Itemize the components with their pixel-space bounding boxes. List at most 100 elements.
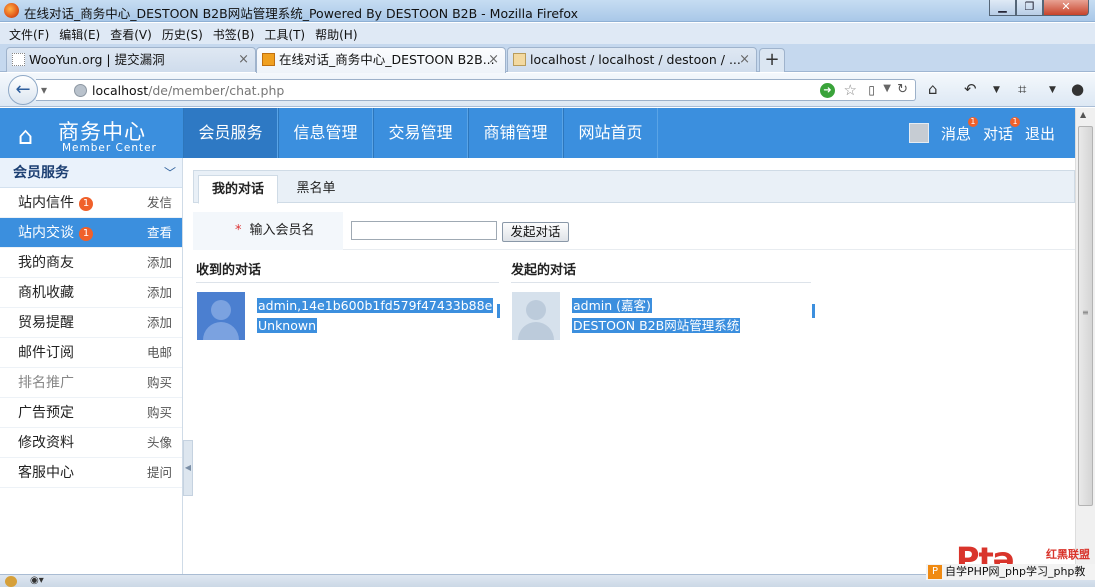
nav-member-services[interactable]: 会员服务: [183, 108, 278, 158]
chat-bubble-icon[interactable]: ●: [1071, 80, 1084, 98]
content-tabs: 我的对话 黑名单: [193, 170, 1075, 204]
logo-subtitle: Member Center: [62, 142, 157, 154]
close-tab-icon[interactable]: ×: [488, 48, 499, 71]
chat-link[interactable]: 对话 1: [983, 116, 1020, 144]
chat-user-name: admin (嘉客): [572, 297, 652, 315]
sidebar-item-mail[interactable]: 站内信件 1 发信: [0, 188, 182, 218]
mobile-icon[interactable]: ▯: [868, 83, 875, 97]
back-button[interactable]: ←: [8, 75, 38, 105]
sidebar-item-action[interactable]: 查看: [147, 218, 172, 248]
avatar-body: [203, 322, 239, 340]
avatar-body: [518, 322, 554, 340]
tab-label: 在线对话_商务中心_DESTOON B2B...: [279, 52, 495, 67]
messages-link[interactable]: 消息 1: [941, 116, 978, 144]
crop-icon[interactable]: ⌗: [1018, 80, 1026, 98]
phpmyadmin-favicon-icon: [513, 53, 526, 66]
sidebar-item-profile[interactable]: 修改资料 头像: [0, 428, 182, 458]
logout-link[interactable]: 退出: [1025, 123, 1055, 144]
avatar[interactable]: [908, 123, 929, 143]
sidebar-item-label: 贸易提醒: [18, 315, 74, 331]
globe-icon: [74, 84, 87, 97]
addon-menu-icon[interactable]: ◉▾: [30, 575, 44, 586]
sidebar-item-action[interactable]: 添加: [147, 278, 172, 308]
sidebar-item-favorites[interactable]: 商机收藏 添加: [0, 278, 182, 308]
tab-phpmyadmin[interactable]: localhost / localhost / destoon / ... ×: [507, 47, 757, 72]
reload-icon[interactable]: ↻: [897, 82, 908, 97]
close-button[interactable]: ✕: [1043, 0, 1089, 16]
tab-label: WooYun.org | 提交漏洞: [29, 52, 165, 67]
nav-shop-management[interactable]: 商铺管理: [468, 108, 563, 158]
sidebar-item-action[interactable]: 购买: [147, 398, 172, 428]
title-bar: 在线对话_商务中心_DESTOON B2B网站管理系统_Powered By D…: [0, 0, 1095, 22]
nav-site-home[interactable]: 网站首页: [563, 108, 658, 158]
address-bar[interactable]: ▾ localhost/de/member/chat.php ➜ ☆ ▯ ▼ ↻: [36, 79, 916, 101]
sidebar-item-support[interactable]: 客服中心 提问: [0, 458, 182, 488]
scroll-up-icon[interactable]: ▲: [1080, 110, 1086, 119]
unread-badge: 1: [79, 197, 93, 211]
nav-trade-management[interactable]: 交易管理: [373, 108, 468, 158]
sidebar-item-label: 站内信件: [18, 195, 74, 211]
tab-blacklist[interactable]: 黑名单: [284, 175, 348, 204]
received-chat-item[interactable]: admin,14e1b600b1fd579f47433b88e Unknown: [197, 291, 501, 341]
menu-help[interactable]: 帮助(H): [310, 23, 362, 44]
sidebar-collapse-handle[interactable]: ◀: [183, 440, 193, 496]
start-chat-button[interactable]: 发起对话: [502, 222, 569, 242]
menu-edit[interactable]: 编辑(E): [54, 23, 105, 44]
sidebar-item-label: 排名推广: [18, 375, 74, 391]
sidebar-item-chat[interactable]: 站内交谈 1 查看: [0, 218, 182, 248]
undo-icon[interactable]: ↶: [964, 80, 977, 98]
tab-label: localhost / localhost / destoon / ...: [530, 52, 741, 67]
destoon-favicon-icon: [262, 53, 275, 66]
bookmark-star-icon[interactable]: ☆: [844, 81, 857, 99]
sidebar-header[interactable]: 会员服务 ﹀: [0, 158, 182, 188]
member-center-logo[interactable]: ⌂ 商务中心 Member Center: [18, 118, 178, 158]
sidebar-item-action[interactable]: 发信: [147, 188, 172, 218]
sidebar-item-ranking[interactable]: 排名推广 购买: [0, 368, 182, 398]
home-icon[interactable]: ⌂: [928, 80, 938, 98]
history-dropdown-icon[interactable]: ▼: [883, 83, 891, 94]
dropdown-icon[interactable]: ▼: [1049, 85, 1056, 95]
sidebar-item-trade-alert[interactable]: 贸易提醒 添加: [0, 308, 182, 338]
sidebar-item-action[interactable]: 购买: [147, 368, 172, 398]
chat-user-name: admin,14e1b600b1fd579f47433b88e: [257, 297, 494, 315]
avatar-head: [211, 300, 231, 320]
menu-history[interactable]: 历史(S): [157, 23, 208, 44]
go-icon[interactable]: ➜: [820, 83, 835, 98]
menu-tools[interactable]: 工具(T): [259, 23, 310, 44]
chat-badge: 1: [1009, 116, 1020, 127]
tab-wooyun[interactable]: WooYun.org | 提交漏洞 ×: [6, 47, 256, 72]
menu-bookmarks[interactable]: 书签(B): [208, 23, 260, 44]
tab-chat[interactable]: 在线对话_商务中心_DESTOON B2B... ×: [256, 47, 506, 73]
window-title: 在线对话_商务中心_DESTOON B2B网站管理系统_Powered By D…: [24, 6, 579, 21]
scroll-down-icon[interactable]: ▼: [1080, 563, 1086, 572]
dropdown-icon[interactable]: ▼: [993, 85, 1000, 95]
close-tab-icon[interactable]: ×: [739, 48, 750, 71]
vertical-scrollbar[interactable]: ▲ ≡ ▼: [1075, 108, 1095, 574]
window-controls: ▁ ❐ ✕: [989, 0, 1089, 16]
tab-my-chats[interactable]: 我的对话: [198, 175, 278, 204]
sidebar-item-friends[interactable]: 我的商友 添加: [0, 248, 182, 278]
required-mark: *: [235, 223, 242, 238]
menu-bar: 文件(F) 编辑(E) 查看(V) 历史(S) 书签(B) 工具(T) 帮助(H…: [0, 23, 1095, 44]
close-tab-icon[interactable]: ×: [238, 48, 249, 71]
minimize-button[interactable]: ▁: [989, 0, 1016, 16]
selection-caret: [812, 304, 815, 318]
page-history-icon[interactable]: ▾: [41, 83, 47, 97]
sidebar-item-action[interactable]: 添加: [147, 308, 172, 338]
sidebar-item-action[interactable]: 添加: [147, 248, 172, 278]
menu-view[interactable]: 查看(V): [105, 23, 157, 44]
initiated-chat-item[interactable]: admin (嘉客) DESTOON B2B网站管理系统: [512, 291, 815, 341]
addon-icon[interactable]: [5, 576, 17, 587]
address-host: localhost: [92, 83, 149, 98]
nav-info-management[interactable]: 信息管理: [278, 108, 373, 158]
maximize-button[interactable]: ❐: [1016, 0, 1043, 16]
sidebar-item-ads[interactable]: 广告预定 购买: [0, 398, 182, 428]
chevron-down-icon[interactable]: ﹀: [164, 158, 176, 188]
sidebar-item-action[interactable]: 提问: [147, 458, 172, 488]
sidebar-item-action[interactable]: 电邮: [147, 338, 172, 368]
sidebar-item-mail-subscribe[interactable]: 邮件订阅 电邮: [0, 338, 182, 368]
new-tab-button[interactable]: +: [759, 48, 785, 72]
member-name-input[interactable]: [351, 221, 497, 240]
menu-file[interactable]: 文件(F): [4, 23, 54, 44]
sidebar-item-action[interactable]: 头像: [147, 428, 172, 458]
